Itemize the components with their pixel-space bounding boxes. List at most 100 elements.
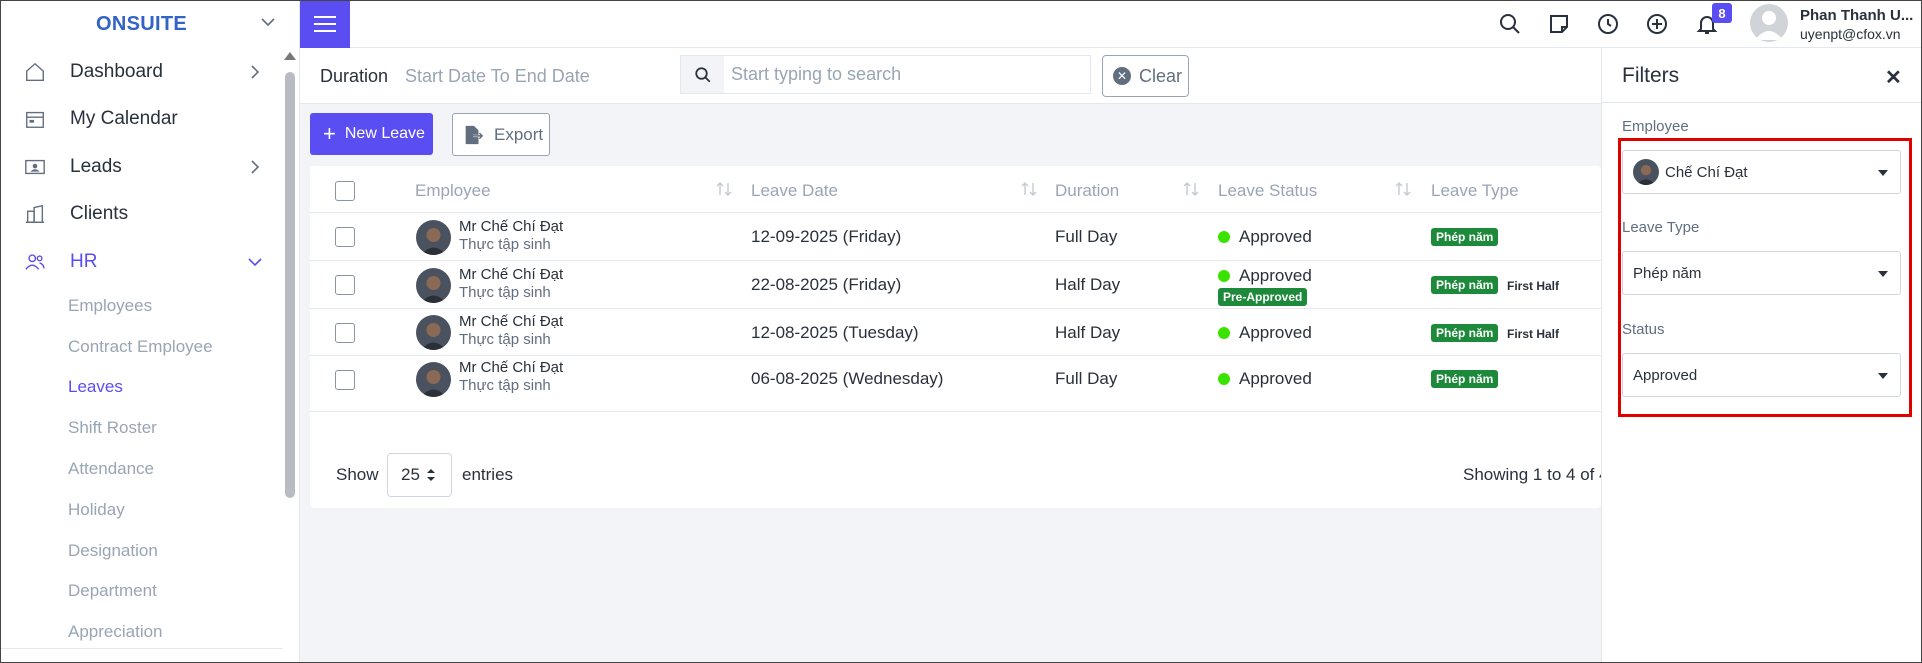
- sidebar-item-label: Leads: [70, 155, 122, 177]
- new-leave-label: New Leave: [344, 125, 425, 142]
- pagination-info: Showing 1 to 4 of 4: [1463, 465, 1609, 484]
- clear-label: Clear: [1139, 65, 1183, 86]
- plus-circle-icon[interactable]: [1645, 12, 1669, 36]
- export-label: Export: [494, 124, 544, 144]
- employee-name[interactable]: Mr Chế Chí Đạt: [459, 266, 563, 283]
- hamburger-line: [314, 23, 336, 25]
- leave-type-badge: Phép năm: [1431, 228, 1499, 246]
- sidebar-item-dashboard[interactable]: Dashboard: [0, 48, 282, 96]
- employee-name[interactable]: Mr Chế Chí Đạt: [459, 218, 563, 235]
- employee-name[interactable]: Mr Chế Chí Đạt: [459, 313, 563, 330]
- top-header: 8 Phan Thanh U... uyenpt@cfox.vn: [300, 0, 1922, 48]
- column-header-leave-status[interactable]: Leave Status: [1218, 181, 1317, 201]
- brand-name: ONSUITE: [96, 12, 187, 35]
- table-row[interactable]: Mr Chế Chí Đạt Thực tập sinh 12-08-2025 …: [310, 309, 1601, 356]
- table-row[interactable]: Mr Chế Chí Đạt Thực tập sinh 22-08-2025 …: [310, 261, 1601, 309]
- scroll-up-arrow[interactable]: [284, 52, 296, 60]
- duration-picker[interactable]: Start Date To End Date: [405, 66, 590, 87]
- close-icon[interactable]: ✕: [1885, 65, 1902, 90]
- user-avatar[interactable]: [1750, 4, 1788, 42]
- employee-name[interactable]: Mr Chế Chí Đạt: [459, 359, 563, 376]
- sidebar-item-label: Dashboard: [70, 60, 163, 82]
- sidebar-item-my-calendar[interactable]: My Calendar: [0, 96, 282, 144]
- sort-icon[interactable]: [715, 181, 733, 197]
- new-leave-button[interactable]: + New Leave: [310, 113, 433, 155]
- employee-role: Thực tập sinh: [459, 377, 551, 394]
- notification-badge: 8: [1712, 3, 1732, 23]
- row-checkbox[interactable]: [335, 227, 355, 247]
- sidebar-item-leads[interactable]: Leads: [0, 143, 282, 191]
- chevron-down-icon[interactable]: [260, 14, 276, 30]
- table-row[interactable]: Mr Chế Chí Đạt Thực tập sinh 06-08-2025 …: [310, 356, 1601, 412]
- leave-status: Approved: [1239, 227, 1312, 246]
- sidebar-sub-employees[interactable]: Employees: [0, 286, 282, 327]
- sidebar-sub-shift-roster[interactable]: Shift Roster: [0, 408, 282, 449]
- search-icon[interactable]: [1498, 12, 1522, 36]
- sticky-note-icon[interactable]: [1547, 12, 1571, 36]
- sort-icon[interactable]: [1394, 181, 1412, 197]
- sort-icon[interactable]: [1020, 181, 1038, 197]
- row-checkbox[interactable]: [335, 370, 355, 390]
- row-checkbox[interactable]: [335, 323, 355, 343]
- user-silhouette-icon: [1755, 11, 1783, 40]
- clock-icon[interactable]: [1596, 12, 1620, 36]
- filter-bar: Duration Start Date To End Date ✕ Clear: [300, 48, 1601, 104]
- user-name[interactable]: Phan Thanh U...: [1800, 7, 1913, 24]
- leave-duration: Full Day: [1055, 369, 1118, 388]
- select-all-checkbox[interactable]: [335, 181, 355, 201]
- calendar-icon: [26, 112, 44, 129]
- building-icon: [25, 205, 45, 224]
- row-checkbox[interactable]: [335, 275, 355, 295]
- employee-role: Thực tập sinh: [459, 331, 551, 348]
- column-header-duration[interactable]: Duration: [1055, 181, 1119, 201]
- sidebar-item-clients[interactable]: Clients: [0, 191, 282, 239]
- column-header-employee[interactable]: Employee: [415, 181, 491, 201]
- employee-avatar[interactable]: [416, 315, 451, 350]
- sidebar-sub-leaves[interactable]: Leaves: [0, 367, 282, 408]
- chevron-right-icon: [251, 160, 260, 174]
- sidebar-item-label: My Calendar: [70, 108, 178, 130]
- chevron-right-icon: [251, 65, 260, 79]
- sidebar-item-hr[interactable]: HR: [0, 238, 282, 286]
- filters-title: Filters: [1622, 64, 1680, 87]
- sort-caret-icon: [426, 469, 435, 481]
- half-day-label: First Half: [1507, 279, 1560, 293]
- export-button[interactable]: Export: [452, 113, 550, 156]
- sidebar-item-label: Clients: [70, 203, 129, 225]
- employee-avatar[interactable]: [416, 268, 451, 303]
- sort-icon[interactable]: [1182, 181, 1200, 197]
- leave-duration: Half Day: [1055, 323, 1121, 342]
- table-row[interactable]: Mr Chế Chí Đạt Thực tập sinh 12-09-2025 …: [310, 213, 1601, 261]
- sidebar-sub-appreciation[interactable]: Appreciation: [0, 612, 282, 653]
- sidebar-nav: Dashboard My Calendar Leads Clients HR E…: [0, 48, 282, 653]
- file-export-icon: [465, 125, 484, 144]
- clear-button[interactable]: ✕ Clear: [1102, 55, 1189, 97]
- sidebar-sub-designation[interactable]: Designation: [0, 530, 282, 571]
- leave-type-badge: Phép năm: [1431, 324, 1499, 342]
- leave-status: Approved: [1239, 323, 1312, 342]
- status-dot: [1218, 373, 1230, 385]
- leave-date: 22-08-2025 (Friday): [751, 275, 902, 294]
- sidebar-sub-holiday[interactable]: Holiday: [0, 489, 282, 530]
- contact-card-icon: [25, 159, 45, 174]
- search-input[interactable]: [731, 56, 1081, 93]
- sidebar-sub-department[interactable]: Department: [0, 571, 282, 612]
- sidebar-sub-contract-employee[interactable]: Contract Employee: [0, 326, 282, 367]
- sidebar-scrollbar-thumb[interactable]: [285, 72, 295, 498]
- plus-icon: +: [323, 121, 336, 146]
- sidebar-sub-attendance[interactable]: Attendance: [0, 449, 282, 490]
- employee-avatar[interactable]: [416, 362, 451, 397]
- entries-per-page-select[interactable]: 25: [387, 453, 452, 497]
- leave-date: 12-08-2025 (Tuesday): [751, 323, 919, 342]
- column-header-leave-type[interactable]: Leave Type: [1431, 181, 1519, 201]
- employee-avatar[interactable]: [416, 220, 451, 255]
- chevron-down-icon: [248, 258, 262, 267]
- filters-panel: Filters ✕ Employee Chế Chí Đạt Leave Typ…: [1601, 48, 1922, 663]
- show-label: Show: [336, 465, 379, 484]
- column-header-leave-date[interactable]: Leave Date: [751, 181, 838, 201]
- user-email: uyenpt@cfox.vn: [1800, 26, 1901, 42]
- leave-date: 06-08-2025 (Wednesday): [751, 369, 944, 388]
- menu-toggle-button[interactable]: [300, 0, 350, 48]
- leave-duration: Full Day: [1055, 227, 1118, 246]
- sidebar: ONSUITE Dashboard My Calendar Leads Clie…: [0, 0, 300, 663]
